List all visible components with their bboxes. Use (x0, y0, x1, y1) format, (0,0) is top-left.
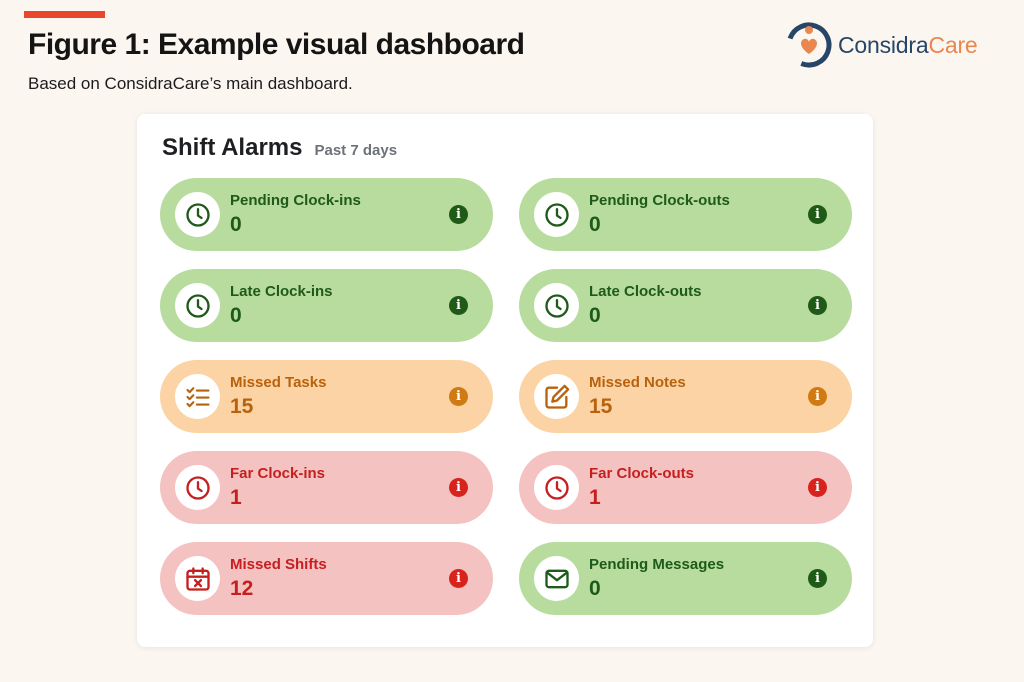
alarm-label: Missed Shifts (230, 556, 327, 573)
clock-icon-badge (175, 192, 220, 237)
calendar-x-icon-badge (175, 556, 220, 601)
alarm-count: 0 (589, 213, 601, 236)
clock-icon (544, 293, 569, 318)
card-header: Shift Alarms Past 7 days (162, 134, 397, 162)
alarm-count: 1 (589, 486, 601, 509)
alarm-label: Late Clock-outs (589, 283, 702, 300)
clock-icon-badge (534, 465, 579, 510)
alarm-tile-grid: Pending Clock-ins 0 i Pending Clock-outs 0 i L… (160, 178, 852, 615)
alarm-tile-missed-notes[interactable]: Missed Notes 15 i (519, 360, 852, 433)
info-icon[interactable]: i (808, 387, 827, 406)
alarm-tile-far-clock-ins[interactable]: Far Clock-ins 1 i (160, 451, 493, 524)
clock-icon (544, 475, 569, 500)
clock-icon-badge (175, 465, 220, 510)
considracare-logo-icon (786, 22, 832, 68)
alarm-tile-late-clock-outs[interactable]: Late Clock-outs 0 i (519, 269, 852, 342)
card-period: Past 7 days (314, 142, 398, 159)
alarm-tile-pending-clock-outs[interactable]: Pending Clock-outs 0 i (519, 178, 852, 251)
info-icon[interactable]: i (808, 205, 827, 224)
info-icon[interactable]: i (449, 205, 468, 224)
alarm-label: Pending Clock-outs (589, 192, 730, 209)
alarm-label: Missed Notes (589, 374, 686, 391)
info-icon[interactable]: i (808, 296, 827, 315)
alarm-label: Missed Tasks (230, 374, 327, 391)
card-title: Shift Alarms (162, 134, 303, 161)
info-icon[interactable]: i (449, 478, 468, 497)
info-icon[interactable]: i (808, 569, 827, 588)
clock-icon (185, 293, 210, 318)
envelope-icon-badge (534, 556, 579, 601)
logo-wordmark-part1: Considra (838, 31, 929, 58)
considracare-logo: ConsidraCare (786, 22, 978, 68)
clock-icon (185, 202, 210, 227)
info-icon[interactable]: i (808, 478, 827, 497)
alarm-count: 0 (230, 213, 242, 236)
alarm-count: 0 (589, 577, 601, 600)
alarm-label: Pending Clock-ins (230, 192, 361, 209)
calendar-x-icon (185, 566, 210, 591)
edit-note-icon (544, 384, 569, 409)
info-icon[interactable]: i (449, 569, 468, 588)
alarm-count: 12 (230, 577, 254, 600)
checklist-icon-badge (175, 374, 220, 419)
logo-wordmark-part2: Care (928, 31, 978, 58)
edit-note-icon-badge (534, 374, 579, 419)
clock-icon-badge (175, 283, 220, 328)
alarm-count: 15 (589, 395, 613, 418)
accent-bar (24, 11, 105, 18)
alarm-count: 0 (589, 304, 601, 327)
clock-icon (185, 475, 210, 500)
clock-icon (544, 202, 569, 227)
alarm-tile-pending-clock-ins[interactable]: Pending Clock-ins 0 i (160, 178, 493, 251)
alarm-tile-pending-messages[interactable]: Pending Messages 0 i (519, 542, 852, 615)
figure-subtitle: Based on ConsidraCare’s main dashboard. (28, 74, 353, 93)
alarm-count: 1 (230, 486, 242, 509)
clock-icon-badge (534, 283, 579, 328)
alarm-tile-far-clock-outs[interactable]: Far Clock-outs 1 i (519, 451, 852, 524)
alarm-count: 15 (230, 395, 254, 418)
figure-title: Figure 1: Example visual dashboard (28, 28, 525, 61)
alarm-tile-missed-tasks[interactable]: Missed Tasks 15 i (160, 360, 493, 433)
checklist-icon (185, 386, 210, 407)
shift-alarms-card: Shift Alarms Past 7 days Pending Clock-i… (137, 114, 873, 647)
alarm-count: 0 (230, 304, 242, 327)
alarm-label: Pending Messages (589, 556, 725, 573)
clock-icon-badge (534, 192, 579, 237)
alarm-tile-late-clock-ins[interactable]: Late Clock-ins 0 i (160, 269, 493, 342)
logo-wordmark: ConsidraCare (838, 32, 978, 59)
envelope-icon (544, 569, 569, 588)
info-icon[interactable]: i (449, 387, 468, 406)
alarm-label: Far Clock-outs (589, 465, 695, 482)
info-icon[interactable]: i (449, 296, 468, 315)
alarm-label: Far Clock-ins (230, 465, 326, 482)
alarm-tile-missed-shifts[interactable]: Missed Shifts 12 i (160, 542, 493, 615)
alarm-label: Late Clock-ins (230, 283, 333, 300)
